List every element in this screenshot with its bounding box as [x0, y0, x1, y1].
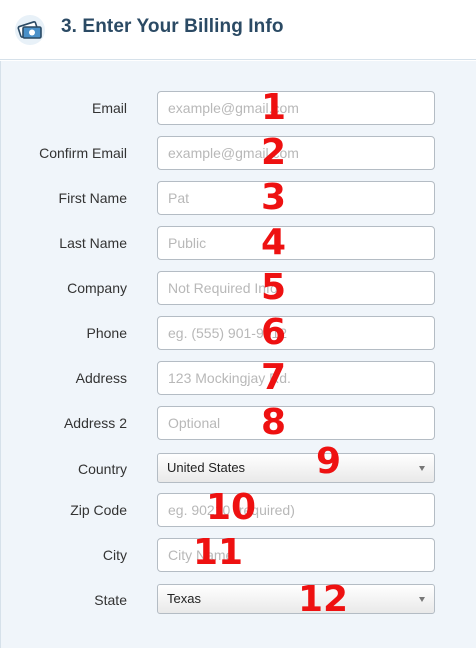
confirm-email-row: Confirm Email — [1, 136, 476, 170]
billing-form: Email Confirm Email First Name Last Name… — [0, 61, 476, 648]
first-name-label: First Name — [58, 190, 127, 206]
last-name-row: Last Name — [1, 226, 476, 260]
address-field[interactable] — [157, 361, 435, 395]
zip-label: Zip Code — [70, 502, 127, 518]
company-label: Company — [67, 280, 127, 296]
confirm-email-field[interactable] — [157, 136, 435, 170]
email-field[interactable] — [157, 91, 435, 125]
chevron-down-icon — [419, 466, 425, 471]
address-row: Address — [1, 361, 476, 395]
address2-label: Address 2 — [63, 415, 127, 431]
state-row: State Texas — [1, 583, 476, 617]
last-name-label: Last Name — [59, 235, 127, 251]
city-row: City — [1, 538, 476, 572]
city-field[interactable] — [157, 538, 435, 572]
phone-row: Phone — [1, 316, 476, 350]
phone-label: Phone — [86, 325, 127, 341]
zip-row: Zip Code — [1, 493, 476, 527]
company-field[interactable] — [157, 271, 435, 305]
zip-field[interactable] — [157, 493, 435, 527]
first-name-row: First Name — [1, 181, 476, 215]
address2-field[interactable] — [157, 406, 435, 440]
state-select[interactable]: Texas — [157, 584, 435, 614]
email-row: Email — [1, 91, 476, 125]
confirm-email-label: Confirm Email — [39, 145, 127, 161]
billing-header: 3. Enter Your Billing Info — [0, 0, 476, 60]
chevron-down-icon — [419, 597, 425, 602]
state-label: State — [94, 592, 127, 608]
company-row: Company — [1, 271, 476, 305]
country-select[interactable]: United States — [157, 453, 435, 483]
country-row: Country United States — [1, 452, 476, 486]
page-title: 3. Enter Your Billing Info — [61, 16, 284, 37]
state-value: Texas — [167, 591, 201, 606]
first-name-field[interactable] — [157, 181, 435, 215]
last-name-field[interactable] — [157, 226, 435, 260]
country-label: Country — [77, 461, 127, 477]
city-label: City — [102, 547, 127, 563]
phone-field[interactable] — [157, 316, 435, 350]
money-icon — [14, 15, 46, 45]
address2-row: Address 2 — [1, 406, 476, 440]
address-label: Address — [75, 370, 127, 386]
country-value: United States — [167, 460, 246, 475]
email-label: Email — [91, 100, 127, 116]
